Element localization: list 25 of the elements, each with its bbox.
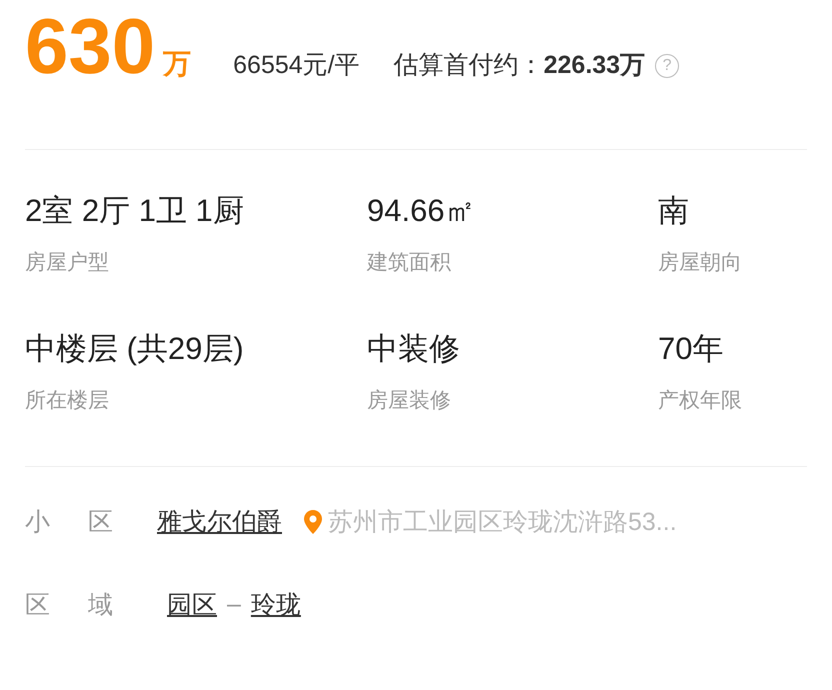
unit-price: 66554元/平: [233, 50, 360, 81]
price-amount: 630: [25, 1, 156, 92]
community-address: 苏州市工业园区玲珑沈浒路53...: [328, 507, 677, 538]
price-unit: 万: [163, 47, 192, 81]
spec-value: 94.66㎡: [367, 192, 477, 230]
community-label: 小区: [25, 507, 152, 538]
spec-label: 房屋户型: [25, 250, 110, 276]
subdistrict-link[interactable]: 玲珑: [250, 588, 301, 621]
spec-label: 建筑面积: [367, 250, 452, 276]
community-link[interactable]: 雅戈尔伯爵: [157, 505, 282, 538]
spec-label: 产权年限: [658, 388, 743, 414]
district-link[interactable]: 园区: [167, 588, 217, 621]
down-payment: 226.33万: [544, 50, 646, 81]
spec-value: 南: [658, 192, 690, 230]
spec-label: 所在楼层: [25, 388, 110, 414]
separator: –: [227, 590, 241, 619]
spec-value: 中楼层 (共29层): [25, 330, 245, 368]
spec-label: 房屋装修: [367, 388, 452, 414]
location-pin-icon: [304, 510, 322, 534]
spec-label: 房屋朝向: [658, 250, 743, 276]
down-payment-label: 估算首付约：: [394, 50, 544, 81]
spec-value: 2室 2厅 1卫 1厨: [25, 192, 245, 230]
spec-value: 中装修: [367, 330, 461, 368]
district-label: 区域: [25, 590, 152, 621]
spec-value: 70年: [658, 330, 724, 368]
